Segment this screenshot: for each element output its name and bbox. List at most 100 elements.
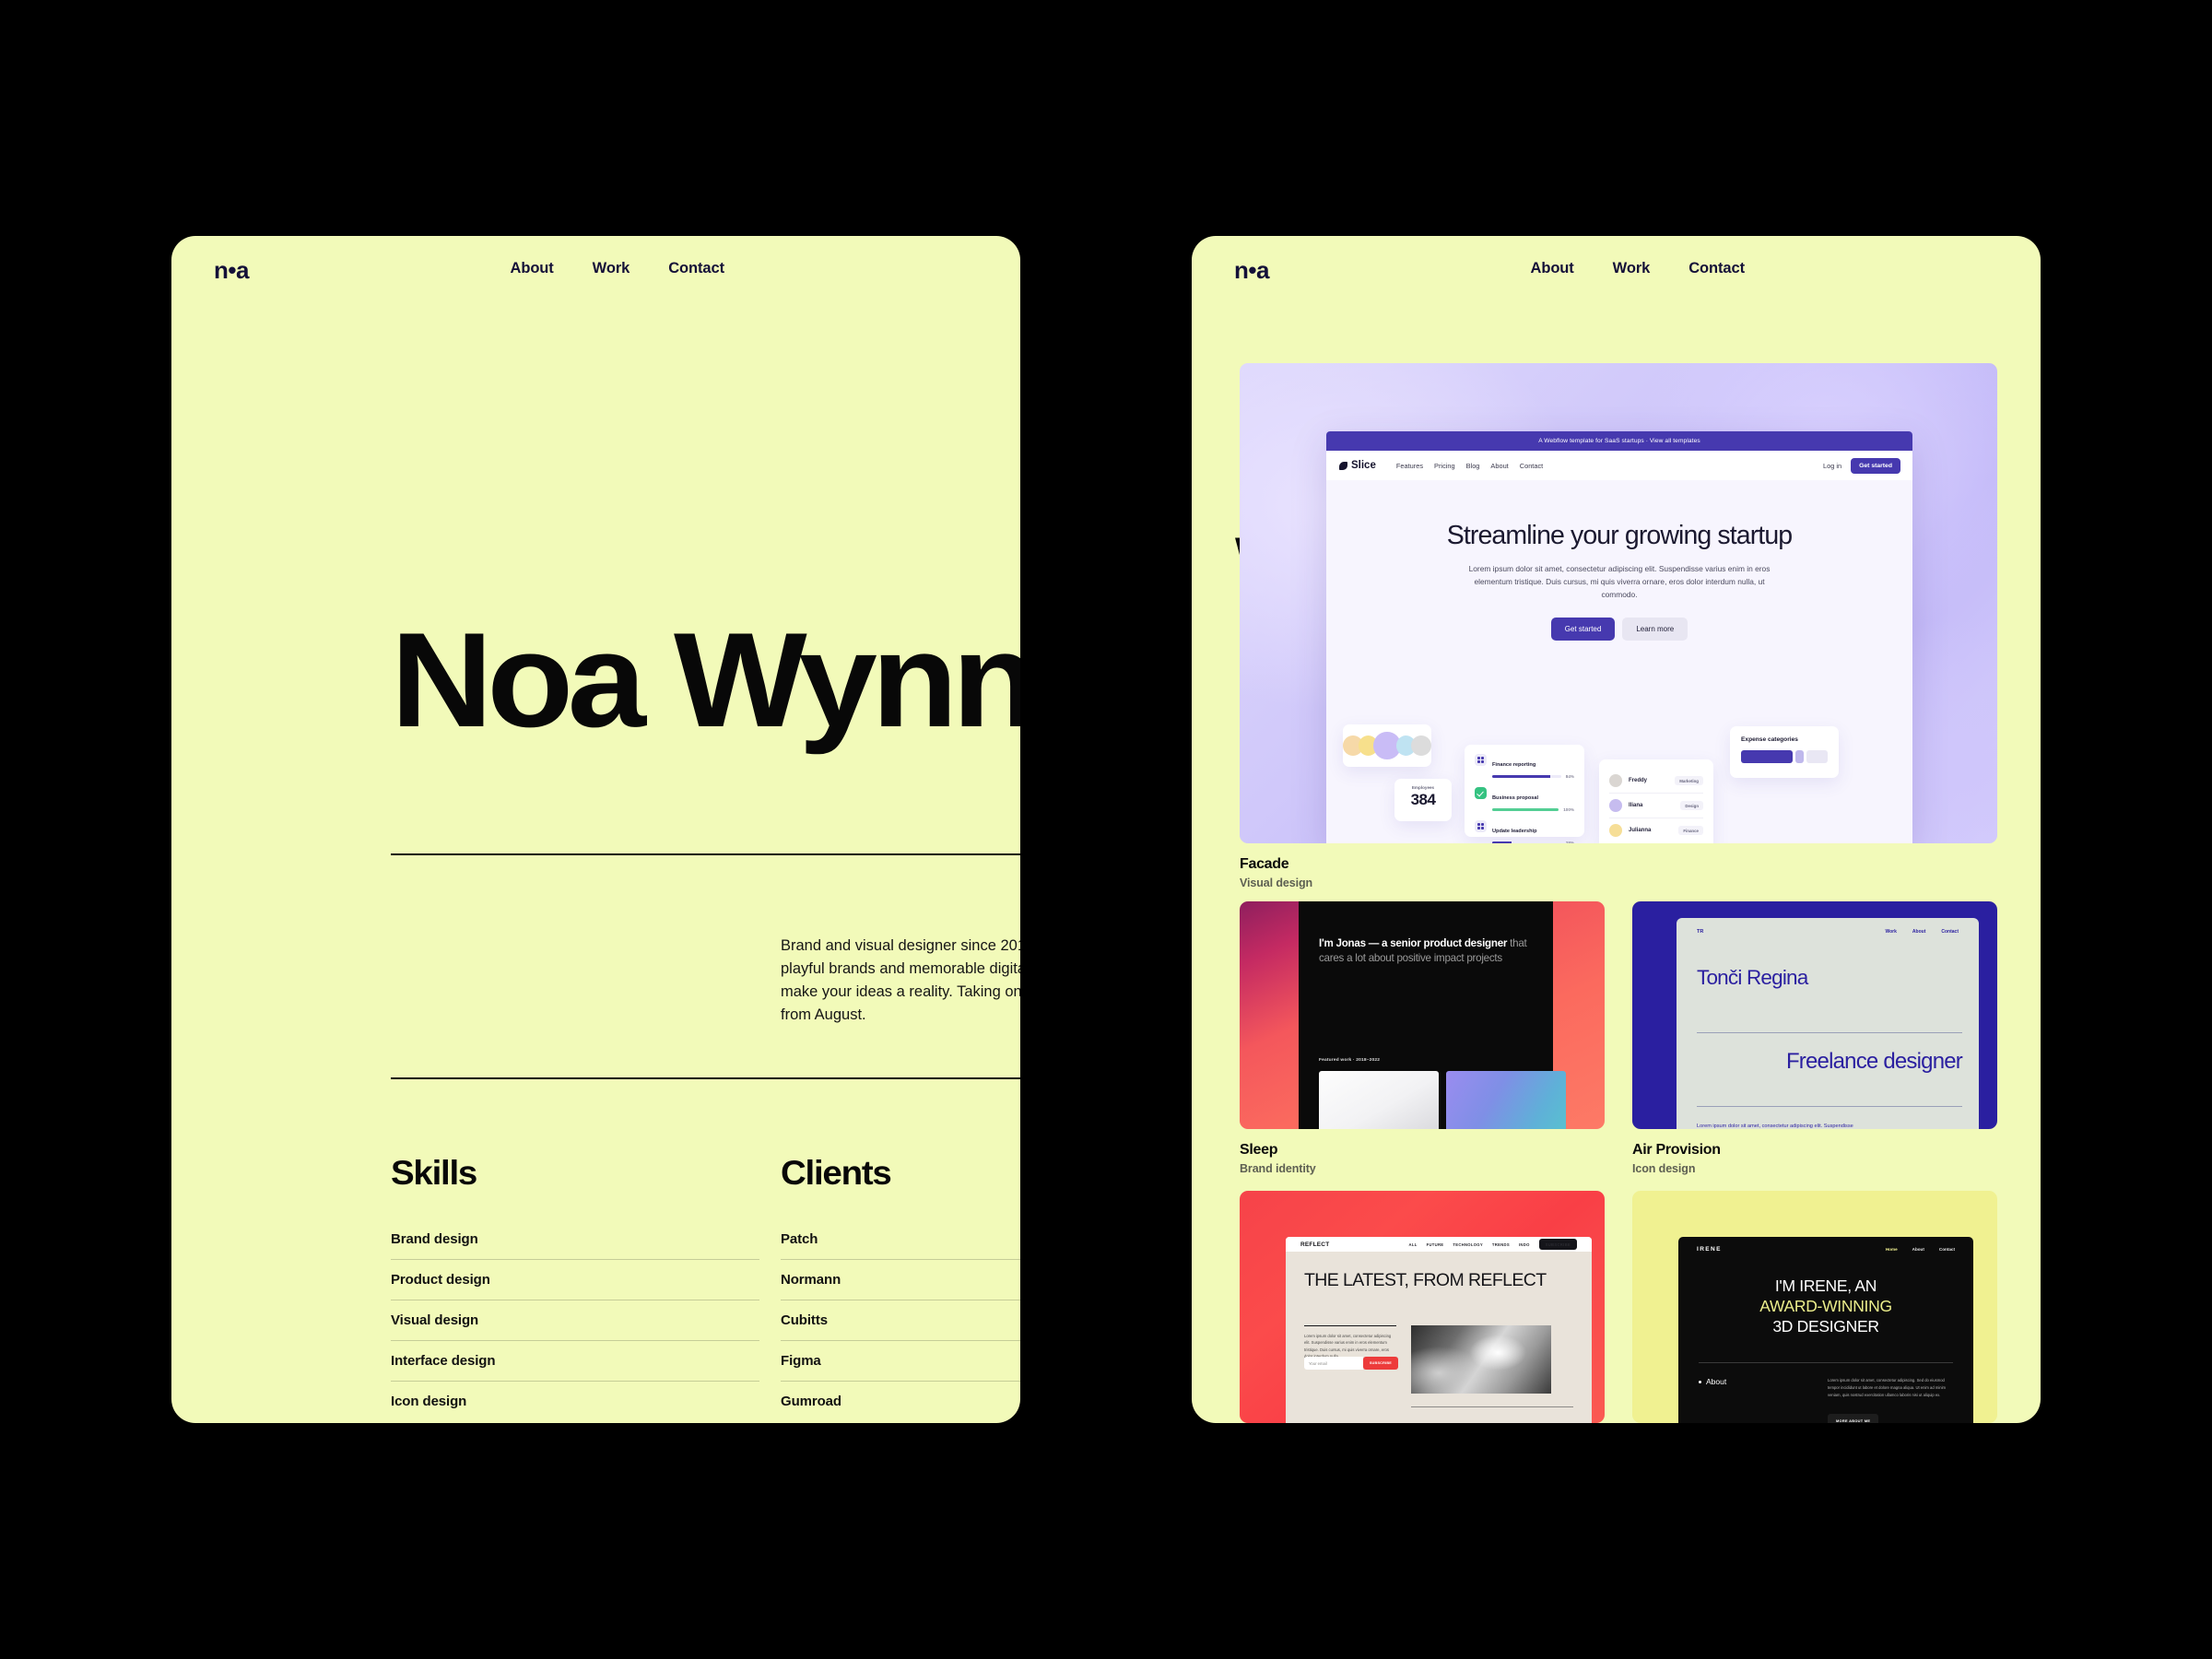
- reflect-nav-indo[interactable]: INDO: [1519, 1242, 1530, 1247]
- slice-login-link[interactable]: Log in: [1823, 462, 1841, 470]
- air-role: Freelance designer: [1785, 1049, 1963, 1074]
- list-item[interactable]: Normann: [781, 1260, 1020, 1300]
- nav-link-contact[interactable]: Contact: [1688, 260, 1745, 277]
- slice-nav-contact[interactable]: Contact: [1520, 462, 1543, 470]
- irene-headline-line3: 3D DESIGNER: [1772, 1317, 1879, 1336]
- slice-logo[interactable]: Slice: [1339, 460, 1376, 471]
- reflect-nav-technology[interactable]: TECHNOLOGY: [1453, 1242, 1483, 1247]
- slice-secondary-button[interactable]: Learn more: [1622, 617, 1688, 641]
- reflect-site-mockup: REFLECT ALL FUTURE TECHNOLOGY TRENDS IND…: [1286, 1237, 1592, 1423]
- employees-value: 384: [1410, 791, 1436, 808]
- slice-hero-buttons: Get started Learn more: [1326, 617, 1912, 641]
- team-row: Freddy Marketing: [1609, 769, 1703, 794]
- project-label-sleep[interactable]: Sleep Brand identity: [1240, 1142, 1316, 1175]
- irene-nav-home[interactable]: Home: [1886, 1247, 1898, 1252]
- air-name: Tonči Regina: [1697, 966, 1808, 989]
- progress-bar: [1492, 841, 1561, 843]
- slice-nav-pricing[interactable]: Pricing: [1434, 462, 1455, 470]
- reflect-nav-trends[interactable]: TRENDS: [1492, 1242, 1510, 1247]
- irene-navbar: IRENE Home About Contact: [1697, 1246, 1955, 1253]
- sleep-thumbnail[interactable]: [1446, 1071, 1566, 1129]
- air-nav-contact[interactable]: Contact: [1941, 929, 1959, 935]
- project-card-reflect[interactable]: REFLECT ALL FUTURE TECHNOLOGY TRENDS IND…: [1240, 1191, 1605, 1423]
- irene-headline-line2: AWARD-WINNING: [1759, 1297, 1892, 1316]
- list-item[interactable]: Cubitts: [781, 1300, 1020, 1341]
- avatar: [1609, 824, 1622, 837]
- sleep-headline-bold: I'm Jonas — a senior product designer: [1319, 937, 1508, 949]
- slice-nav-about[interactable]: About: [1490, 462, 1508, 470]
- reflect-nav-future[interactable]: FUTURE: [1427, 1242, 1444, 1247]
- slice-primary-button[interactable]: Get started: [1550, 617, 1616, 641]
- hero-name: Noa Wynn: [391, 605, 1020, 755]
- reflect-hero-image: [1411, 1325, 1551, 1394]
- slice-promo-banner[interactable]: A Webflow template for SaaS startups · V…: [1326, 431, 1912, 451]
- irene-nav-about[interactable]: About: [1912, 1247, 1924, 1252]
- clients-list: Patch Normann Cubitts Figma Gumroad: [781, 1228, 1020, 1421]
- air-nav-about[interactable]: About: [1912, 929, 1925, 935]
- irene-about-text: About: [1706, 1377, 1727, 1386]
- avatar: [1411, 735, 1431, 756]
- grid-icon: [1475, 820, 1487, 832]
- irene-nav-contact[interactable]: Contact: [1939, 1247, 1955, 1252]
- task-name: Finance reporting: [1492, 762, 1536, 768]
- irene-nav-links: Home About Contact: [1886, 1247, 1955, 1252]
- expense-label: Expense categories: [1741, 736, 1798, 743]
- list-item[interactable]: Visual design: [391, 1300, 759, 1341]
- irene-more-button[interactable]: MORE ABOUT ME: [1828, 1414, 1879, 1423]
- air-divider: [1697, 1106, 1962, 1107]
- skills-list: Brand design Product design Visual desig…: [391, 1228, 759, 1421]
- bullet-icon: [1699, 1380, 1701, 1383]
- task-row: Business proposal 100%: [1475, 787, 1574, 812]
- reflect-headline: THE LATEST, FROM REFLECT: [1304, 1270, 1547, 1290]
- expense-bars: [1741, 750, 1828, 763]
- home-page-panel: n•a About Work Contact Noa Wynn Brand an…: [171, 236, 1020, 1423]
- reflect-subscribe-button[interactable]: SUBSCRIBE: [1538, 1239, 1577, 1250]
- team-name: Freddy: [1629, 778, 1648, 783]
- list-item[interactable]: Figma: [781, 1341, 1020, 1382]
- project-card-irene[interactable]: IRENE Home About Contact I'M IRENE, AN A…: [1632, 1191, 1997, 1423]
- reflect-logo[interactable]: REFLECT: [1300, 1241, 1329, 1248]
- reflect-email-input[interactable]: Your email: [1304, 1357, 1363, 1370]
- irene-logo[interactable]: IRENE: [1697, 1246, 1722, 1253]
- slice-headline: Streamline your growing startup: [1446, 521, 1793, 550]
- project-card-sleep[interactable]: I'm Jonas — a senior product designer th…: [1240, 901, 1605, 1129]
- slice-get-started-button[interactable]: Get started: [1851, 457, 1900, 474]
- air-logo[interactable]: TR: [1697, 929, 1703, 935]
- nav-link-work[interactable]: Work: [1613, 260, 1651, 277]
- nav-link-contact[interactable]: Contact: [668, 260, 724, 277]
- list-item[interactable]: Patch: [781, 1228, 1020, 1260]
- list-item[interactable]: Gumroad: [781, 1382, 1020, 1421]
- slice-nav-features[interactable]: Features: [1396, 462, 1423, 470]
- reflect-bottom-divider: [1411, 1406, 1573, 1407]
- task-percent: 84%: [1565, 774, 1574, 779]
- list-item[interactable]: Product design: [391, 1260, 759, 1300]
- list-item[interactable]: Brand design: [391, 1228, 759, 1260]
- slice-nav-blog[interactable]: Blog: [1466, 462, 1480, 470]
- reflect-form-submit-button[interactable]: SUBSCRIBE: [1362, 1357, 1398, 1370]
- project-title: Air Provision: [1632, 1142, 1721, 1158]
- project-label-facade[interactable]: Facade Visual design: [1240, 856, 1312, 889]
- clients-heading: Clients: [781, 1154, 892, 1192]
- site-logo[interactable]: n•a: [1234, 256, 1269, 285]
- air-nav-work[interactable]: Work: [1886, 929, 1897, 935]
- project-card-air-provision[interactable]: TR Work About Contact Tonči Regina Freel…: [1632, 901, 1997, 1129]
- team-row: Iliana Design: [1609, 794, 1703, 818]
- check-icon: [1475, 787, 1487, 799]
- task-percent: 100%: [1563, 807, 1574, 812]
- nav-link-work[interactable]: Work: [593, 260, 630, 277]
- sleep-thumbnail[interactable]: [1319, 1071, 1439, 1129]
- list-item[interactable]: Icon design: [391, 1382, 759, 1421]
- nav-link-about[interactable]: About: [511, 260, 554, 277]
- skills-column: Skills Brand design Product design Visua…: [391, 1154, 759, 1421]
- reflect-nav-all[interactable]: ALL: [1409, 1242, 1418, 1247]
- reflect-divider: [1304, 1325, 1396, 1326]
- site-logo[interactable]: n•a: [214, 256, 249, 285]
- list-item[interactable]: Interface design: [391, 1341, 759, 1382]
- project-category: Visual design: [1240, 877, 1313, 889]
- project-label-air-provision[interactable]: Air Provision Icon design: [1632, 1142, 1721, 1175]
- nav-link-about[interactable]: About: [1531, 260, 1574, 277]
- reflect-body-text: Lorem ipsum dolor sit amet, consectetur …: [1304, 1334, 1392, 1359]
- project-category: Brand identity: [1240, 1162, 1316, 1175]
- project-card-facade[interactable]: A Webflow template for SaaS startups · V…: [1240, 363, 1997, 843]
- team-tag: Marketing: [1675, 776, 1703, 785]
